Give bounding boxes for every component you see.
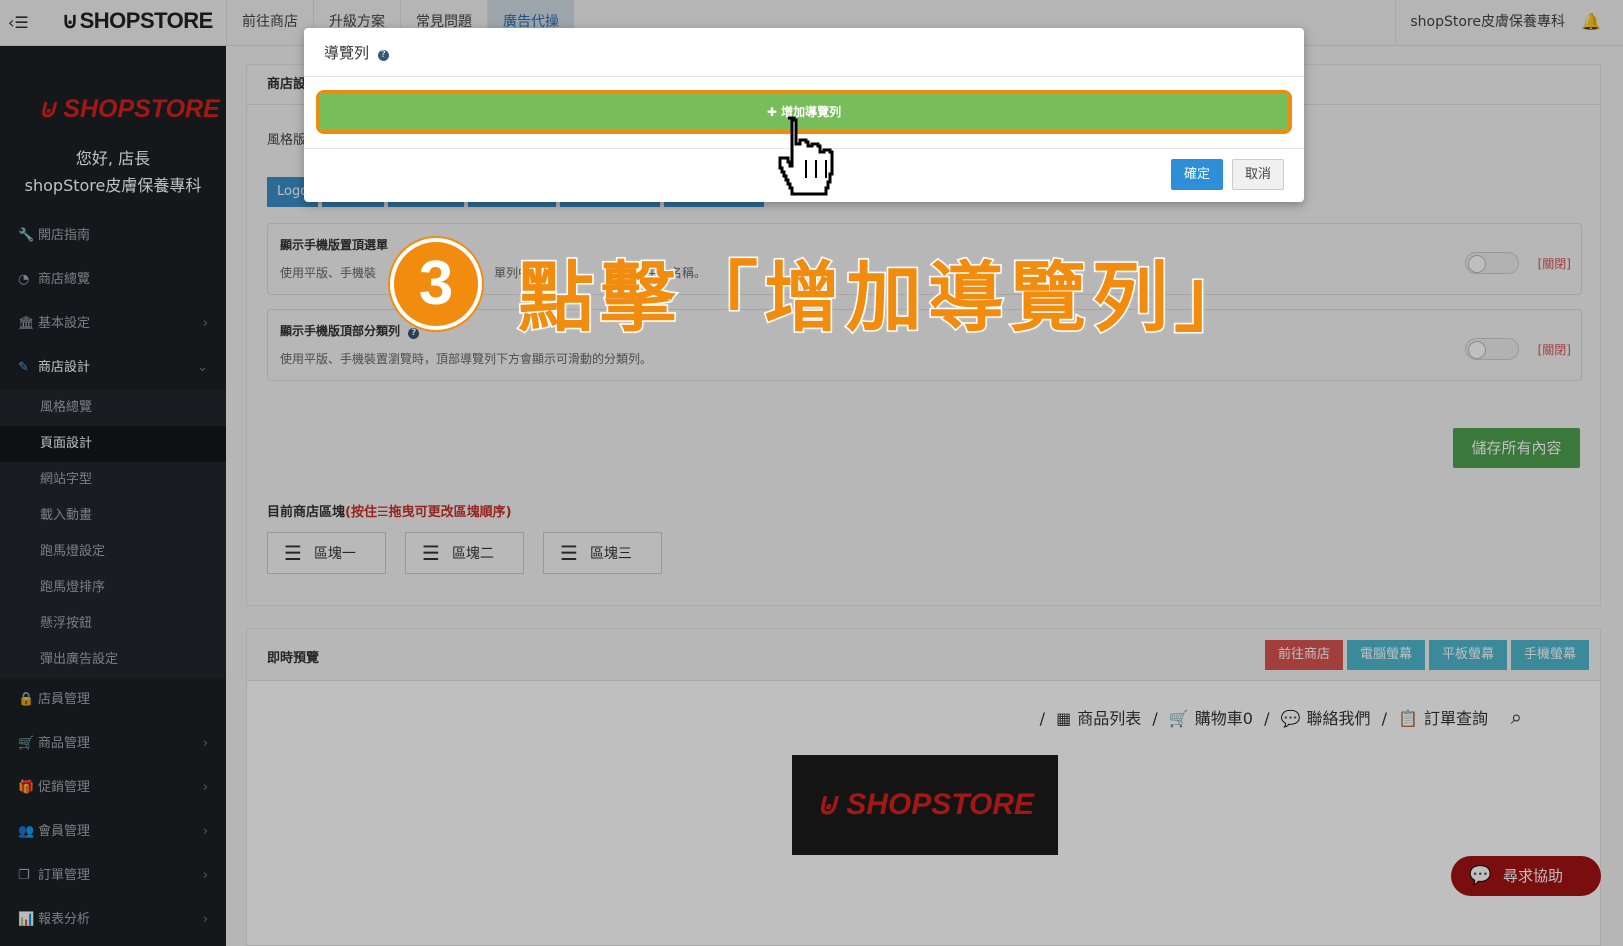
help-icon[interactable]: ? bbox=[377, 50, 389, 61]
confirm-button[interactable]: 確定 bbox=[1171, 159, 1223, 190]
step-number-badge: 3 bbox=[390, 238, 482, 330]
cancel-button[interactable]: 取消 bbox=[1232, 159, 1284, 190]
divider bbox=[304, 76, 1304, 77]
step-instruction: 點擊「增加導覽列」 bbox=[517, 252, 1256, 344]
hand-pointer-icon bbox=[778, 116, 834, 196]
modal-title: 導覽列 ? bbox=[324, 42, 389, 63]
